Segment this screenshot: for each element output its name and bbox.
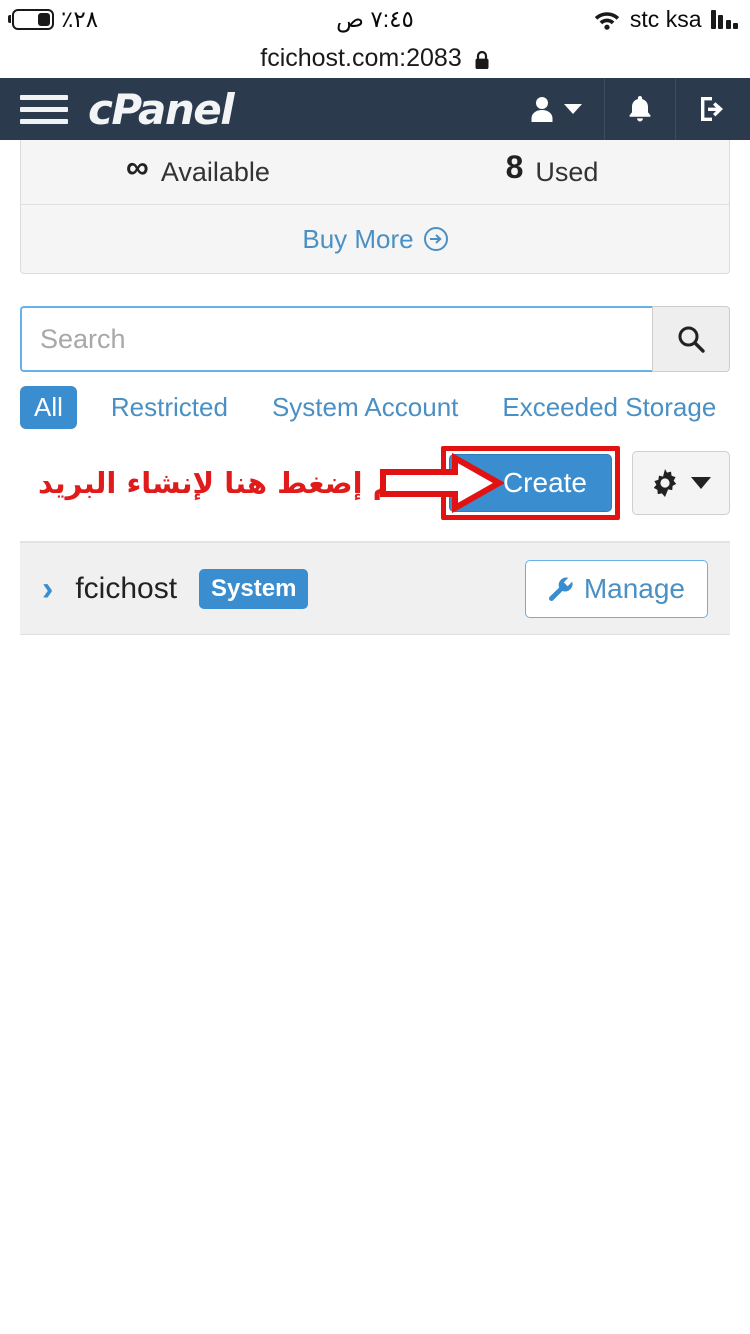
status-bar: ٪٢٨ ٧:٤٥ ص stc ksa xyxy=(0,0,750,38)
filter-tab-restricted[interactable]: Restricted xyxy=(101,386,238,429)
buy-more-link[interactable]: Buy More xyxy=(21,205,729,273)
signal-bars-icon xyxy=(710,9,738,29)
search-input[interactable] xyxy=(20,306,652,372)
cpanel-header: cPanel xyxy=(0,78,750,140)
lock-icon xyxy=(474,48,490,69)
search-bar xyxy=(20,306,730,372)
available-stat: ∞ Available xyxy=(21,149,375,188)
chevron-down-icon xyxy=(564,104,582,114)
phone-screen: ٪٢٨ ٧:٤٥ ص stc ksa fcichost.com:2083 cPa… xyxy=(0,0,750,1334)
status-bar-right: stc ksa xyxy=(593,6,738,33)
battery-icon xyxy=(12,8,54,30)
used-value: 8 xyxy=(505,149,524,186)
filter-tab-system-account[interactable]: System Account xyxy=(262,386,468,429)
arrow-right-annotation-icon xyxy=(380,452,506,514)
bell-icon xyxy=(627,95,653,123)
used-stat: 8 Used xyxy=(375,149,729,188)
create-button-label: Create xyxy=(502,467,587,498)
hamburger-menu-icon[interactable] xyxy=(20,94,68,124)
quota-stats-row: ∞ Available 8 Used xyxy=(21,140,729,205)
available-value: ∞ xyxy=(126,149,149,186)
logout-icon xyxy=(698,95,728,123)
cpanel-logo[interactable]: cPanel xyxy=(88,85,235,134)
user-icon xyxy=(530,96,554,122)
wifi-icon xyxy=(593,9,621,30)
wrench-icon xyxy=(548,576,574,602)
arrow-circle-right-icon xyxy=(423,227,448,251)
list-item[interactable]: › fcichost System Manage xyxy=(20,543,730,635)
manage-button[interactable]: Manage xyxy=(524,559,708,618)
settings-dropdown-button[interactable] xyxy=(632,451,730,515)
browser-url-bar[interactable]: fcichost.com:2083 xyxy=(0,38,750,78)
action-row: ثم إضغط هنا لإنشاء البريد + Create xyxy=(20,446,730,520)
search-icon xyxy=(676,324,706,354)
user-menu-button[interactable] xyxy=(508,78,604,140)
notifications-button[interactable] xyxy=(604,78,675,140)
status-badge: System xyxy=(199,568,309,609)
filter-tabs: All Restricted System Account Exceeded S… xyxy=(20,386,730,429)
account-name: fcichost xyxy=(75,571,178,605)
search-button[interactable] xyxy=(652,306,730,372)
caret-down-icon xyxy=(691,477,711,489)
manage-button-label: Manage xyxy=(583,572,685,604)
filter-tab-exceeded-storage[interactable]: Exceeded Storage xyxy=(492,386,726,429)
carrier-label: stc ksa xyxy=(629,5,702,32)
email-accounts-list: › fcichost System Manage xyxy=(20,541,730,635)
logout-button[interactable] xyxy=(675,78,750,140)
filter-tab-all[interactable]: All xyxy=(20,386,77,429)
gear-icon xyxy=(651,469,679,497)
used-label: Used xyxy=(535,156,599,187)
page-content: ∞ Available 8 Used Buy More Search All R… xyxy=(0,140,750,1334)
header-actions xyxy=(508,78,750,140)
battery-percent-label: ٪٢٨ xyxy=(61,5,99,32)
chevron-right-icon[interactable]: › xyxy=(42,572,53,606)
buy-more-label: Buy More xyxy=(302,223,414,254)
url-text: fcichost.com:2083 xyxy=(260,43,462,72)
annotation-text: ثم إضغط هنا لإنشاء البريد xyxy=(38,466,407,500)
email-quota-card: ∞ Available 8 Used Buy More xyxy=(20,140,730,274)
available-label: Available xyxy=(160,156,270,187)
status-bar-left: ٪٢٨ xyxy=(12,6,98,33)
